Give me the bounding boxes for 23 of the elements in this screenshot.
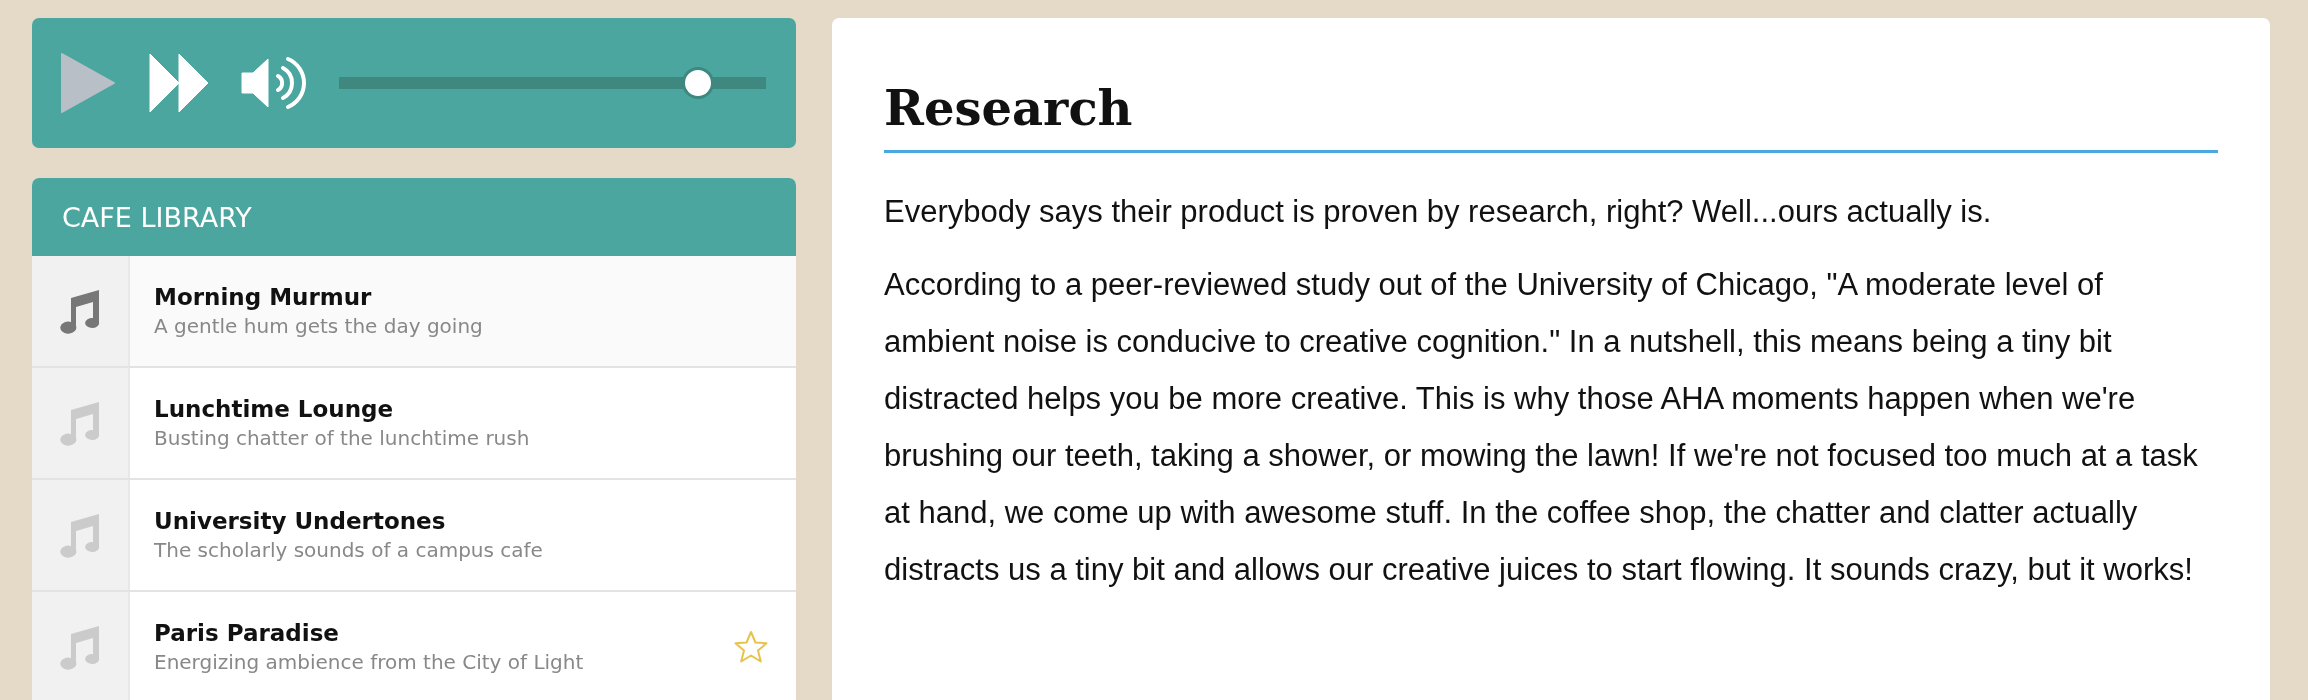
volume-icon[interactable] — [240, 55, 306, 111]
music-note-icon — [59, 624, 101, 670]
article-heading: Research — [884, 80, 2218, 153]
library-header: CAFE LIBRARY — [32, 178, 796, 256]
paragraph: Everybody says their product is proven by research, right? Well...ours actually is. — [884, 193, 1993, 231]
music-note-icon — [59, 512, 101, 558]
star-icon[interactable] — [734, 630, 768, 664]
music-note-icon — [59, 400, 101, 446]
track-description: Energizing ambience from the City of Light — [154, 650, 585, 674]
track-item[interactable]: University Undertones The scholarly sounds of a campus cafe — [32, 480, 796, 592]
fast-forward-icon[interactable] — [148, 52, 210, 114]
track-item[interactable]: Lunchtime Lounge Busting chatter of the lunchtime rush — [32, 368, 796, 480]
music-note-icon — [59, 288, 101, 334]
slider-thumb[interactable] — [681, 67, 714, 99]
track-item[interactable]: Morning Murmur A gentle hum gets the day going — [32, 256, 796, 368]
track-description: A gentle hum gets the day going — [154, 314, 484, 338]
track-title: Morning Murmur — [154, 284, 373, 310]
track-description: Busting chatter of the lunchtime rush — [154, 426, 531, 450]
track-title: Paris Paradise — [154, 620, 340, 646]
paragraph: According to a peer-reviewed study out of the University of Chicago, "A moderate level of ambient noise is conducive to creative cognition." In a nutshell, this means being a tiny bit distracted helps you be more creative. This is why those AHA moments happen when we're brushing our teeth, taking a shower, or mowing the lawn! If we're not focused too much at a task at hand, we come up with awesome stuff. In the coffee shop, the chatter and clatter actually distracts us a tiny bit and allows our creative juices to start flowing. It sounds crazy, but it works! — [884, 266, 2199, 589]
track-title: University Undertones — [154, 508, 447, 534]
track-title: Lunchtime Lounge — [154, 396, 395, 422]
track-description: The scholarly sounds of a campus cafe — [154, 538, 544, 562]
